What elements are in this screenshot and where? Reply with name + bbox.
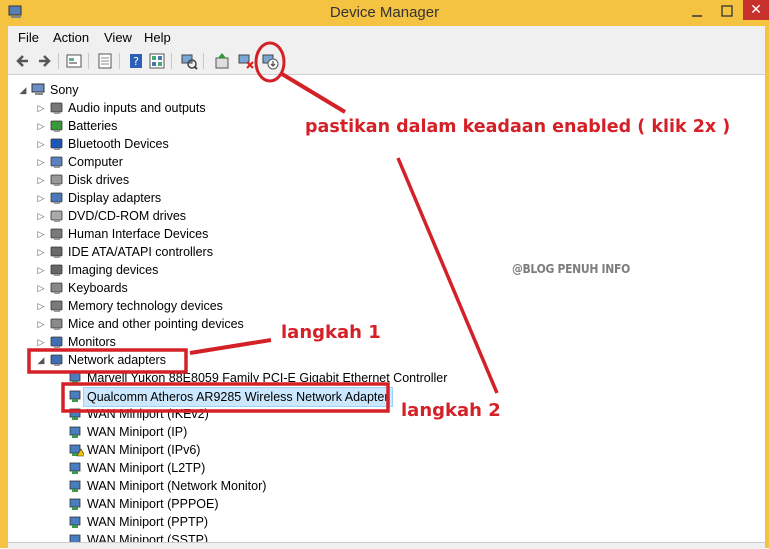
watermark: @BLOG PENUH INFO [512, 262, 630, 276]
network-adapter-label: WAN Miniport (L2TP) [87, 461, 206, 475]
expand-arrow-icon[interactable]: ▷ [36, 135, 46, 153]
computer-icon [50, 156, 63, 168]
speaker-icon [50, 102, 63, 114]
network-adapter-icon [69, 372, 81, 384]
title-bar: Device Manager ✕ [0, 0, 769, 26]
bluetooth-icon [50, 138, 63, 150]
keyboard-icon [50, 282, 63, 294]
minimize-button[interactable] [690, 6, 704, 20]
expand-arrow-icon[interactable]: ▷ [36, 99, 46, 117]
maximize-button[interactable] [720, 4, 734, 18]
annotation-step-1: langkah 1 [281, 322, 381, 343]
disk-icon [50, 174, 63, 186]
dvd-icon [50, 210, 63, 222]
uninstall-icon[interactable] [237, 52, 255, 70]
network-adapter-icon [69, 462, 81, 474]
expand-arrow-icon[interactable]: ▷ [36, 153, 46, 171]
svg-text:?: ? [133, 55, 139, 68]
close-button[interactable]: ✕ [743, 0, 769, 20]
menu-help[interactable]: Help [144, 30, 171, 45]
network-adapter-label: WAN Miniport (IKEv2) [87, 407, 209, 421]
battery-icon [50, 120, 63, 132]
device-tree[interactable]: ◢ Sony ▷ Audio inputs and outputs ▷ Batteri… [8, 75, 765, 548]
back-icon[interactable] [14, 52, 32, 70]
update-driver-icon[interactable] [213, 52, 231, 70]
network-adapter-icon [69, 408, 81, 420]
expand-arrow-icon[interactable]: ▷ [36, 243, 46, 261]
device-view-icon[interactable] [65, 52, 83, 70]
expand-arrow-icon[interactable]: ▷ [36, 279, 46, 297]
menu-bar: File Action View Help [8, 26, 765, 49]
network-icon [50, 354, 63, 366]
network-adapter-icon [69, 480, 81, 492]
network-adapter-label: WAN Miniport (Network Monitor) [87, 479, 267, 493]
menu-view[interactable]: View [104, 30, 132, 45]
forward-icon[interactable] [35, 52, 53, 70]
network-adapter-label: WAN Miniport (IPv6) [87, 443, 201, 457]
annotation-enabled-note: pastikan dalam keadaan enabled ( klik 2x… [305, 117, 731, 137]
network-warning-icon [69, 444, 84, 457]
tree-category-label: Display adapters [68, 191, 162, 205]
tree-category-label: Mice and other pointing devices [68, 317, 244, 331]
window-frame-right [765, 26, 769, 548]
expand-arrow-icon[interactable]: ▷ [36, 225, 46, 243]
tree-category-label: Human Interface Devices [68, 227, 209, 241]
annotation-step-2: langkah 2 [401, 400, 501, 421]
expand-arrow-icon[interactable]: ▷ [36, 189, 46, 207]
mouse-icon [50, 318, 63, 330]
monitor-icon [50, 336, 63, 348]
tree-category-label: Imaging devices [68, 263, 159, 277]
expand-arrow-icon[interactable]: ▷ [36, 261, 46, 279]
toolbar: ? [8, 48, 765, 75]
tree-category-label: Disk drives [68, 173, 130, 187]
window-title: Device Manager [329, 4, 440, 21]
expand-arrow-icon[interactable]: ▷ [36, 333, 46, 351]
tree-root-label: Sony [50, 83, 79, 97]
tree-category-label: DVD/CD-ROM drives [68, 209, 187, 223]
help-icon[interactable]: ? [127, 52, 145, 70]
network-adapter-icon [69, 516, 81, 528]
network-adapter-icon [69, 426, 81, 438]
camera-icon [50, 264, 63, 276]
tree-category-label: Audio inputs and outputs [68, 101, 206, 115]
network-adapter-label: WAN Miniport (PPTP) [87, 515, 209, 529]
expand-arrow-icon[interactable]: ▷ [36, 117, 46, 135]
tree-category-label: Monitors [68, 335, 116, 349]
network-adapter-label: Marvell Yukon 88E8059 Family PCI-E Gigab… [87, 371, 448, 385]
menu-file[interactable]: File [18, 30, 39, 45]
network-adapter-icon [69, 390, 81, 402]
network-adapter-icon [69, 498, 81, 510]
ide-icon [50, 246, 63, 258]
network-adapter-label: Qualcomm Atheros AR9285 Wireless Network… [83, 387, 393, 407]
network-adapter-label: WAN Miniport (PPPOE) [87, 497, 219, 511]
tree-category-label: Keyboards [68, 281, 128, 295]
display-icon [50, 192, 63, 204]
collapse-arrow-icon[interactable]: ◢ [36, 351, 46, 369]
tree-category-label: Memory technology devices [68, 299, 223, 313]
tree-category-label: Bluetooth Devices [68, 137, 169, 151]
expand-arrow-icon[interactable]: ▷ [36, 315, 46, 333]
expand-arrow-icon[interactable]: ▷ [36, 171, 46, 189]
hid-icon [50, 228, 63, 240]
enable-device-icon[interactable] [261, 52, 279, 70]
expand-arrow-icon[interactable]: ▷ [36, 207, 46, 225]
tree-category-label: Computer [68, 155, 123, 169]
device-grid-icon[interactable] [148, 52, 166, 70]
collapse-arrow-icon[interactable]: ◢ [18, 81, 28, 99]
window-frame-left [0, 26, 8, 548]
memory-icon [50, 300, 63, 312]
tree-category-label: IDE ATA/ATAPI controllers [68, 245, 213, 259]
tree-category-label: Network adapters [68, 353, 166, 367]
tree-category-label: Batteries [68, 119, 118, 133]
scan-hardware-icon[interactable] [180, 52, 198, 70]
menu-action[interactable]: Action [53, 30, 89, 45]
computer-icon [31, 83, 45, 95]
properties-icon[interactable] [96, 52, 114, 70]
expand-arrow-icon[interactable]: ▷ [36, 297, 46, 315]
network-adapter-label: WAN Miniport (IP) [87, 425, 188, 439]
